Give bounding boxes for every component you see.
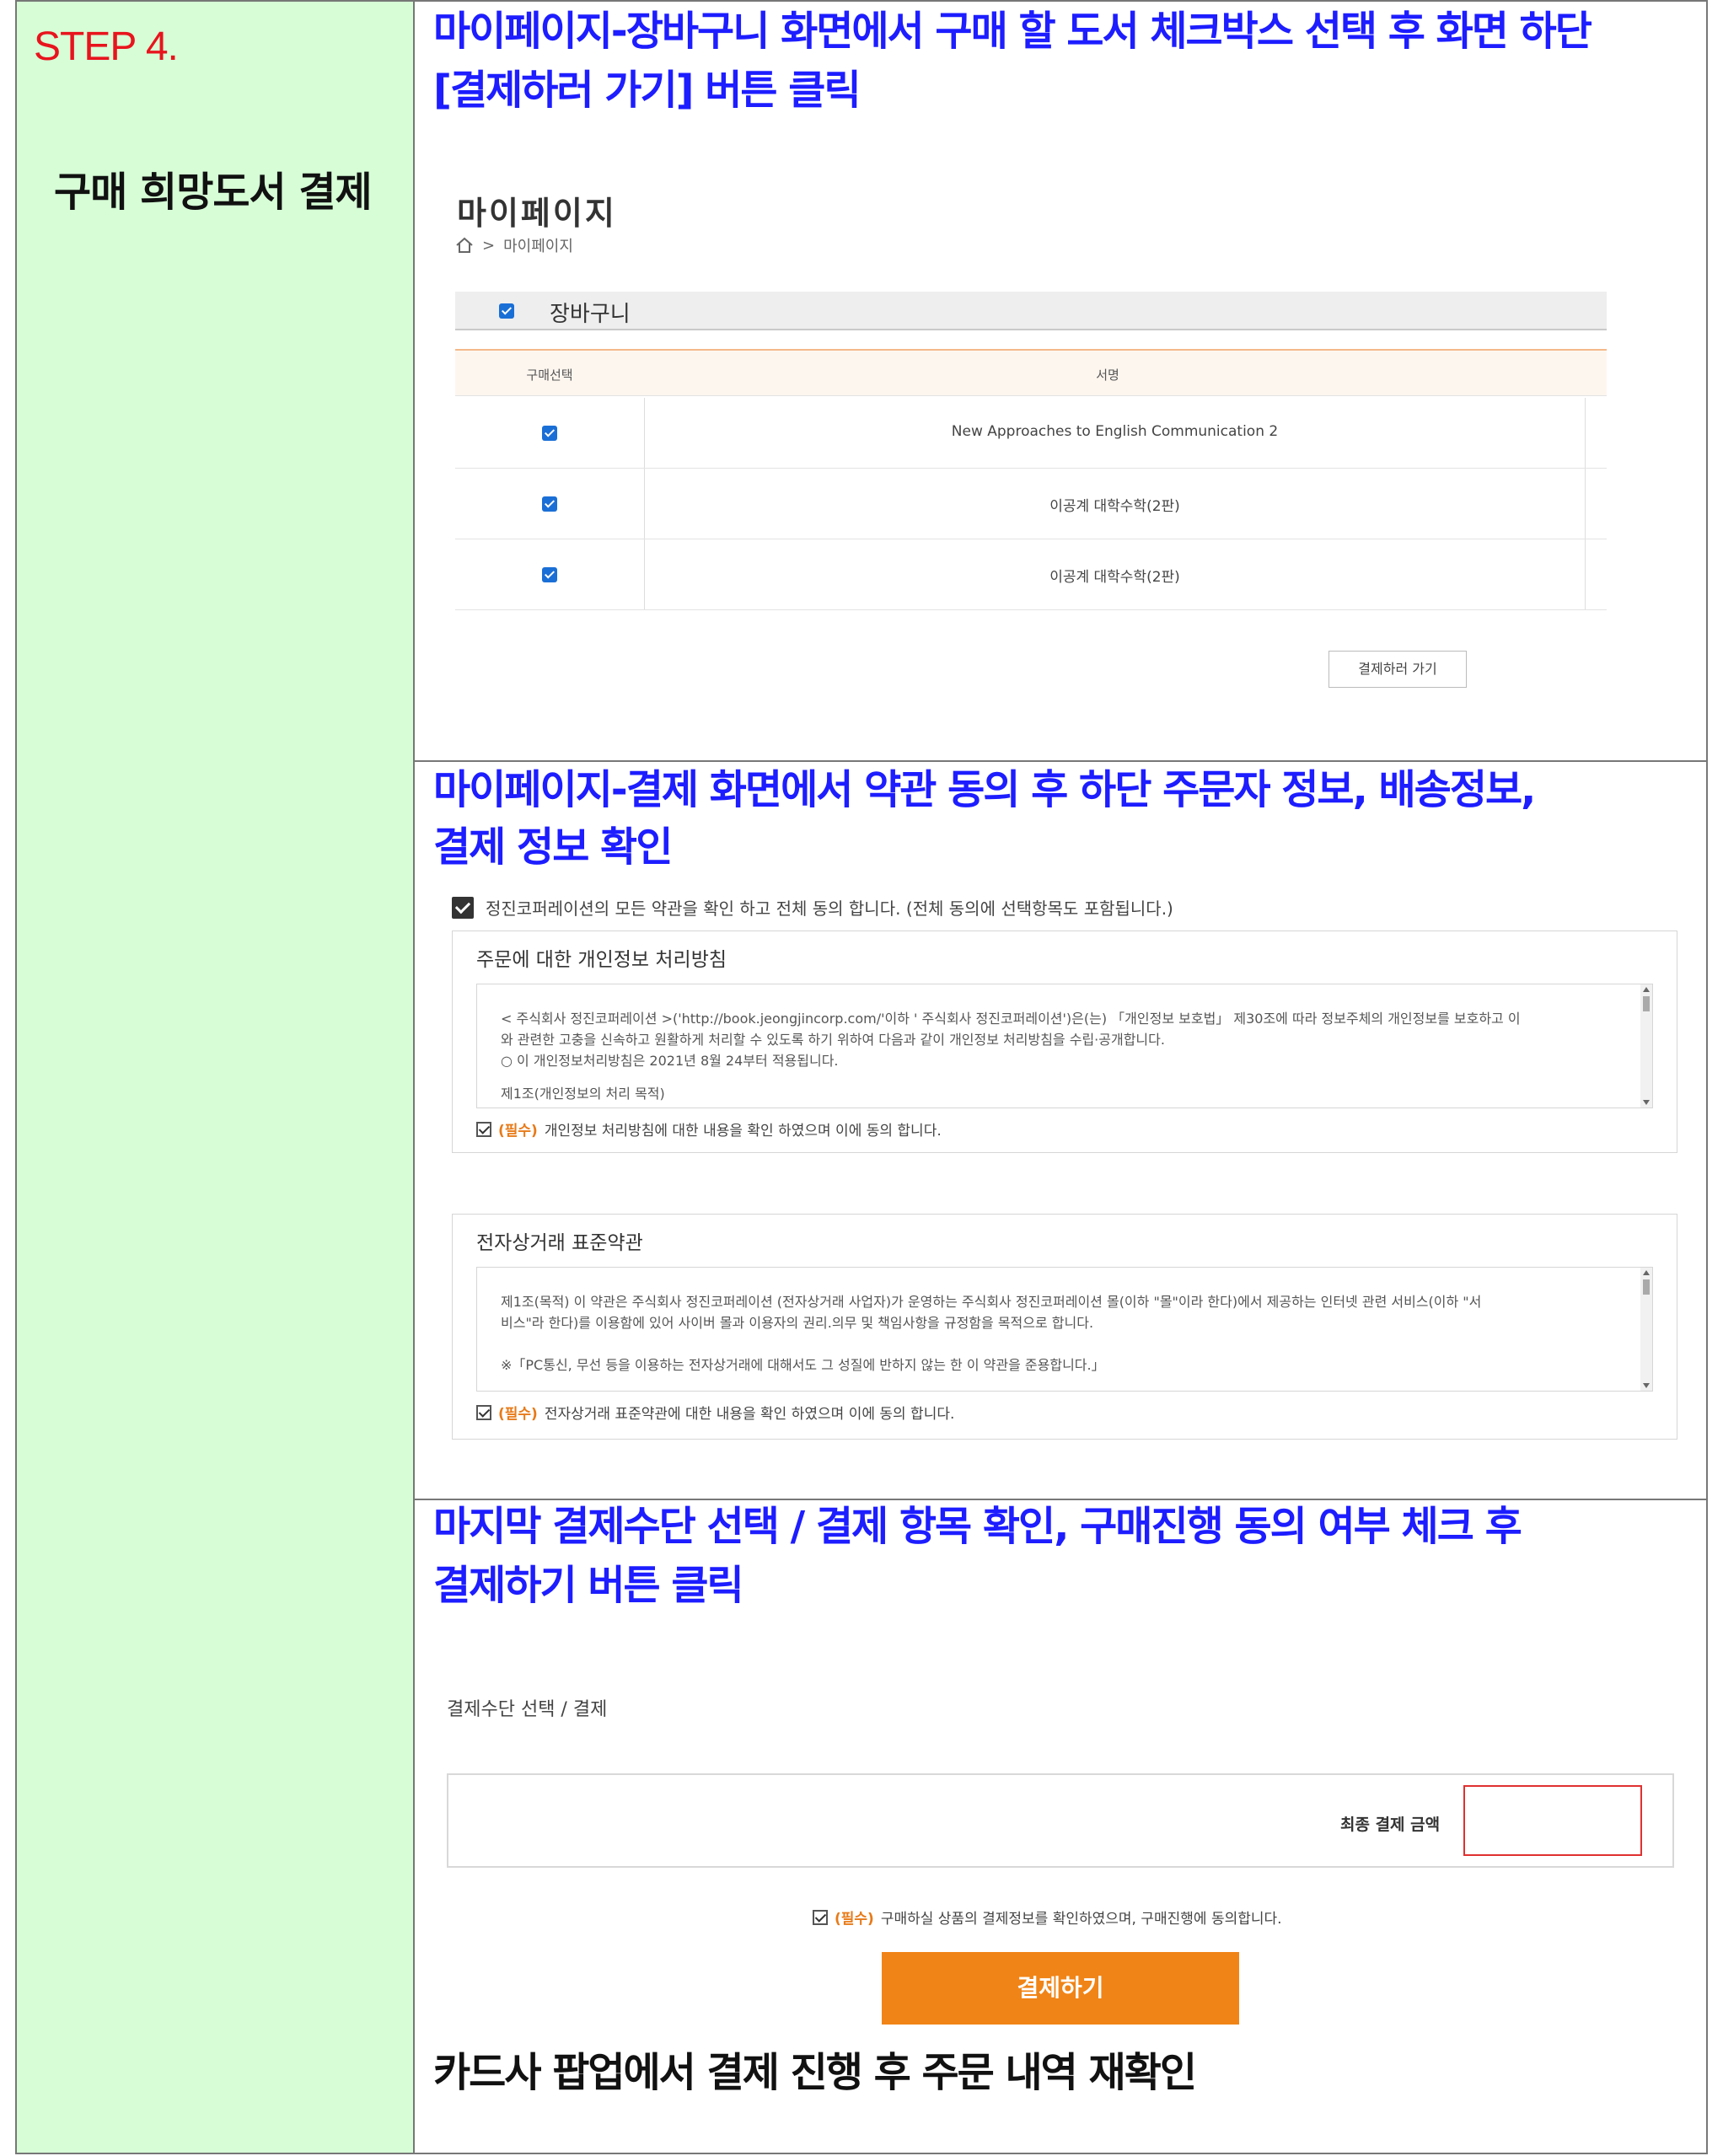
step-column: STEP 4. 구매 희망도서 결제: [17, 2, 415, 2153]
book-title: New Approaches to English Communication …: [951, 423, 1279, 440]
total-amount-label: 최종 결제 금액: [1340, 1815, 1441, 1834]
section3-heading-line1: 마지막 결제수단 선택 / 결제 항목 확인, 구매진행 동의 여부 체크 후: [433, 1503, 1522, 1550]
required-badge: (필수): [498, 1406, 538, 1423]
total-amount-box: 최종 결제 금액: [447, 1773, 1674, 1868]
agree-all[interactable]: 정진코퍼레이션의 모든 약관을 확인 하고 전체 동의 합니다. (전체 동의에…: [452, 895, 1173, 920]
payment-method-label: 결제수단 선택 / 결제: [447, 1699, 608, 1720]
ecommerce-terms-scroll[interactable]: 제1조(목적) 이 약관은 주식회사 정진코퍼레이션 (전자상거래 사업자)가 …: [476, 1267, 1653, 1392]
home-icon[interactable]: [455, 237, 474, 254]
terms-agree[interactable]: (필수) 전자상거래 표준약관에 대한 내용을 확인 하였으며 이에 동의 합니…: [476, 1402, 954, 1423]
checkout-button[interactable]: 결제하러 가기: [1328, 651, 1467, 688]
privacy-policy-title: 주문에 대한 개인정보 처리방침: [476, 949, 727, 971]
breadcrumb-separator: >: [482, 236, 496, 255]
purchase-agree[interactable]: (필수) 구매하실 상품의 결제정보를 확인하였으며, 구매진행에 동의합니다.: [813, 1907, 1282, 1928]
table-row: New Approaches to English Communication …: [455, 398, 1607, 469]
required-badge: (필수): [498, 1123, 538, 1140]
select-all-checkbox[interactable]: [499, 303, 514, 319]
section3-heading-line2: 결제하기 버튼 클릭: [433, 1562, 744, 1609]
terms-agree-label: 전자상거래 표준약관에 대한 내용을 확인 하였으며 이에 동의 합니다.: [544, 1406, 955, 1423]
section2-heading-line1: 마이페이지-결제 화면에서 약관 동의 후 하단 주문자 정보, 배송정보,: [433, 766, 1536, 813]
privacy-agree-label: 개인정보 처리방침에 대한 내용을 확인 하였으며 이에 동의 합니다.: [544, 1123, 942, 1140]
breadcrumb: > 마이페이지: [455, 234, 573, 256]
ecommerce-terms-title: 전자상거래 표준약관: [476, 1232, 643, 1254]
page-title: 마이페이지: [457, 195, 617, 232]
privacy-policy-text: < 주식회사 정진코퍼레이션 >('http://book.jeongjinco…: [501, 1011, 1521, 1102]
section2-heading-line2: 결제 정보 확인: [433, 823, 673, 871]
step-label: STEP 4.: [34, 24, 179, 69]
cart-label: 장바구니: [550, 302, 631, 327]
row-checkbox[interactable]: [542, 496, 557, 512]
terms-agree-checkbox[interactable]: [476, 1404, 491, 1420]
agree-all-checkbox[interactable]: [452, 896, 474, 919]
ecommerce-terms-box: 전자상거래 표준약관 제1조(목적) 이 약관은 주식회사 정진코퍼레이션 (전…: [452, 1214, 1677, 1440]
book-title: 이공계 대학수학(2판): [1049, 569, 1180, 586]
column-select: 구매선택: [526, 367, 573, 383]
breadcrumb-item[interactable]: 마이페이지: [503, 234, 573, 256]
total-amount-highlight: [1463, 1785, 1642, 1856]
agree-all-label: 정진코퍼레이션의 모든 약관을 확인 하고 전체 동의 합니다. (전체 동의에…: [486, 898, 1173, 919]
row-checkbox[interactable]: [542, 426, 557, 441]
purchase-agree-checkbox[interactable]: [813, 1909, 828, 1925]
table-row: 이공계 대학수학(2판): [455, 539, 1607, 610]
required-badge: (필수): [835, 1911, 874, 1928]
privacy-agree[interactable]: (필수) 개인정보 처리방침에 대한 내용을 확인 하였으며 이에 동의 합니다…: [476, 1118, 942, 1140]
cart-header-bar: 장바구니: [455, 292, 1607, 330]
scrollbar[interactable]: [1640, 984, 1652, 1107]
cart-table-header: 구매선택 서명: [455, 349, 1607, 396]
section4-heading: 카드사 팝업에서 결제 진행 후 주문 내역 재확인: [433, 2049, 1197, 2096]
column-title: 서명: [1096, 367, 1119, 383]
purchase-agree-label: 구매하실 상품의 결제정보를 확인하였으며, 구매진행에 동의합니다.: [880, 1911, 1282, 1928]
pay-button[interactable]: 결제하기: [882, 1952, 1239, 2025]
table-row: 이공계 대학수학(2판): [455, 469, 1607, 539]
ecommerce-terms-text: 제1조(목적) 이 약관은 주식회사 정진코퍼레이션 (전자상거래 사업자)가 …: [501, 1294, 1482, 1373]
privacy-policy-scroll[interactable]: < 주식회사 정진코퍼레이션 >('http://book.jeongjinco…: [476, 984, 1653, 1108]
book-title: 이공계 대학수학(2판): [1049, 498, 1180, 515]
section1-heading-line1: 마이페이지-장바구니 화면에서 구매 할 도서 체크박스 선택 후 화면 하단: [433, 8, 1592, 55]
section1-heading-line2: [결제하러 가기] 버튼 클릭: [433, 67, 862, 114]
privacy-agree-checkbox[interactable]: [476, 1121, 491, 1137]
privacy-policy-box: 주문에 대한 개인정보 처리방침 < 주식회사 정진코퍼레이션 >('http:…: [452, 931, 1677, 1153]
step-title: 구매 희망도서 결제: [54, 169, 373, 216]
scrollbar[interactable]: [1640, 1268, 1652, 1391]
row-checkbox[interactable]: [542, 567, 557, 582]
